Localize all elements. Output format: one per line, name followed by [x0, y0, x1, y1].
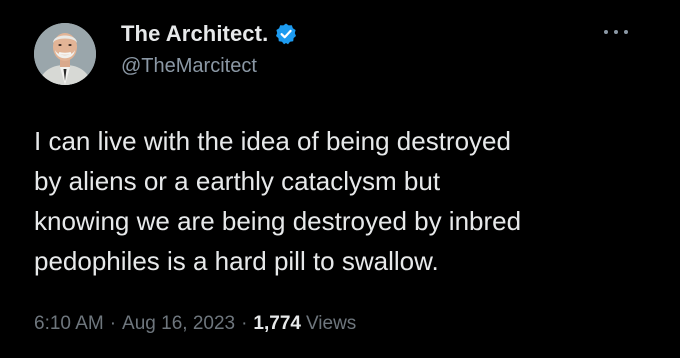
more-options-icon[interactable] — [604, 26, 628, 38]
more-dot — [614, 30, 618, 34]
author-display-name[interactable]: The Architect. — [121, 21, 268, 47]
meta-separator: · — [241, 313, 248, 334]
tweet-time[interactable]: 6:10 AM — [34, 313, 104, 335]
author-handle[interactable]: @TheMarcitect — [121, 55, 257, 78]
author-name-row: The Architect. — [121, 19, 298, 49]
views-label: Views — [305, 313, 357, 334]
verified-badge-icon — [274, 22, 298, 46]
views-count[interactable]: 1,774 — [253, 313, 301, 335]
more-dot — [624, 30, 628, 34]
tweet-text: I can live with the idea of being destro… — [34, 126, 522, 276]
tweet-card[interactable]: The Architect. @TheMarcitect I can live … — [0, 0, 680, 358]
more-dot — [604, 30, 608, 34]
author-avatar[interactable] — [34, 23, 96, 85]
avatar-image — [34, 23, 96, 85]
tweet-date[interactable]: Aug 16, 2023 — [122, 313, 235, 335]
meta-separator: · — [109, 313, 117, 334]
tweet-meta: 6:10 AM · Aug 16, 2023 · 1,774 Views — [34, 313, 356, 335]
